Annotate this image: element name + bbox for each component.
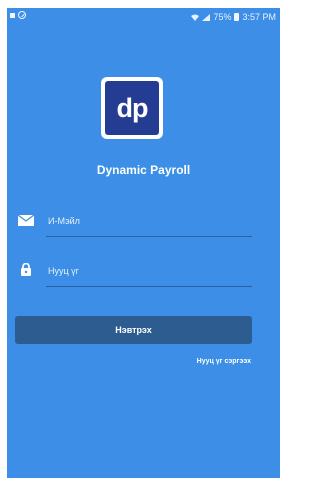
notification-icon [10, 12, 15, 18]
lock-icon [21, 263, 31, 276]
battery-icon [234, 13, 240, 21]
status-bar: 75% 3:57 PM [7, 8, 280, 28]
password-input[interactable] [48, 258, 251, 284]
password-field [16, 258, 252, 288]
email-field [16, 208, 252, 238]
battery-percent: 75% [213, 12, 232, 22]
status-left-icons [10, 11, 26, 19]
envelope-icon [17, 214, 35, 226]
app-logo: dp [101, 77, 163, 139]
login-button[interactable]: Нэвтрэх [15, 316, 252, 344]
password-underline [46, 286, 252, 287]
signal-icon [202, 13, 211, 21]
email-underline [46, 236, 252, 237]
status-time: 3:57 PM [242, 12, 276, 22]
do-not-disturb-icon [18, 11, 26, 19]
logo-text: dp [105, 81, 159, 135]
wifi-icon [191, 14, 200, 21]
forgot-password-link[interactable]: Нууц үг сэргээх [197, 358, 251, 365]
email-input[interactable] [48, 208, 251, 234]
login-screen: 75% 3:57 PM dp Dynamic Payroll Нэвтрэх Н… [7, 8, 280, 478]
status-right-info: 75% 3:57 PM [191, 12, 276, 22]
app-title: Dynamic Payroll [96, 163, 191, 177]
